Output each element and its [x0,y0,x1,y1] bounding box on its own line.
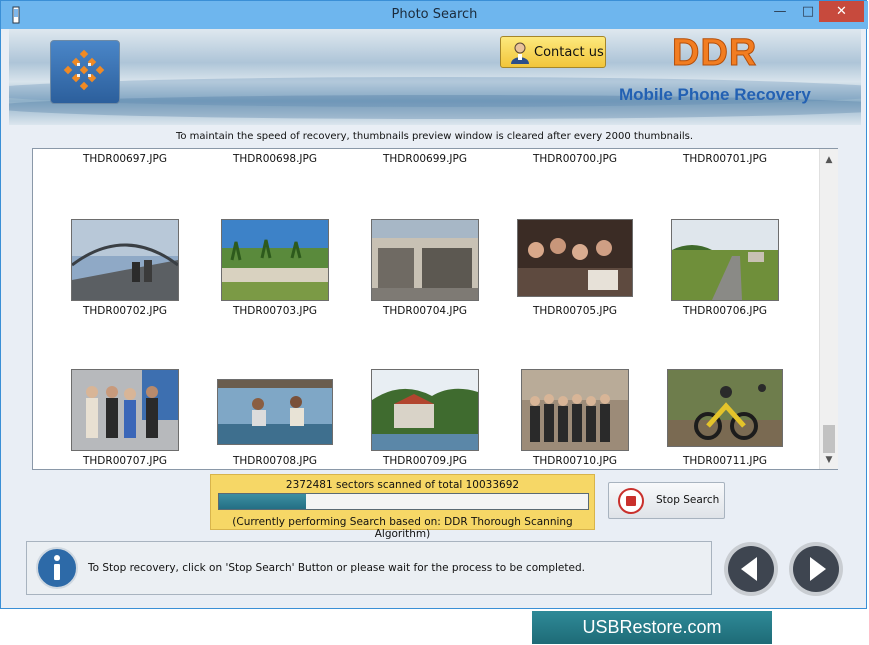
scan-algorithm-text: (Currently performing Search based on: D… [232,516,573,540]
person-icon [511,42,529,64]
brand-url: USBRestore.com [582,617,722,637]
close-button[interactable]: ✕ [819,1,864,22]
scan-progress-bar [218,493,589,510]
thumbnail-item[interactable]: THDR00697.JPG [50,149,200,165]
contact-us-button[interactable]: Contact us [500,36,606,68]
thumbnail-item[interactable]: THDR00707.JPG [50,309,200,467]
thumbnail-item[interactable]: THDR00709.JPG [350,309,500,467]
photo-thumbnail [371,219,479,301]
stop-search-label: Stop Search [656,494,720,506]
sectors-scanned-text: 2372481 sectors scanned of total 1003369… [285,479,520,491]
scan-progress-panel: 2372481 sectors scanned of total 1003369… [210,474,595,540]
window-title: Photo Search [391,7,478,22]
thumbnail-item[interactable]: THDR00705.JPG [500,159,650,317]
stop-search-button[interactable]: Stop Search [608,482,725,519]
photo-thumbnail [371,369,479,451]
app-logo [50,40,120,104]
diamond-grid-icon [63,49,105,91]
product-name: Mobile Phone Recovery [619,85,811,104]
back-arrow-icon[interactable] [723,541,779,597]
scroll-thumb[interactable] [823,425,835,453]
thumbnail-item[interactable]: THDR00704.JPG [350,159,500,317]
photo-thumbnail [517,219,633,297]
thumbnail-name: THDR00708.JPG [233,455,317,467]
thumbnail-item[interactable]: THDR00708.JPG [200,309,350,467]
info-icon [36,547,78,589]
thumbnail-item[interactable]: THDR00710.JPG [500,309,650,467]
thumbnail-item[interactable]: THDR00698.JPG [200,149,350,165]
scroll-up-arrow-icon[interactable]: ▲ [820,153,838,167]
photo-thumbnail [521,369,629,451]
photo-thumbnail [71,369,179,451]
brand-footer: USBRestore.com [532,611,772,644]
thumbnail-name: THDR00710.JPG [533,455,617,467]
photo-thumbnail [71,219,179,301]
thumbnail-item[interactable]: THDR00701.JPG [650,149,800,165]
thumbnail-item[interactable]: THDR00699.JPG [350,149,500,165]
next-arrow-icon[interactable] [788,541,844,597]
scan-progress-fill [219,494,306,509]
thumbnail-item[interactable]: THDR00702.JPG [50,159,200,317]
thumbnail-item[interactable]: THDR00700.JPG [500,149,650,165]
info-message: To Stop recovery, click on 'Stop Search'… [88,562,585,574]
photo-thumbnail [221,219,329,301]
thumbnail-preview-panel[interactable]: THDR00697.JPG THDR00698.JPG THDR00699.JP… [32,148,838,470]
minimize-button[interactable]: — [767,1,793,22]
thumbnail-name: THDR00707.JPG [83,455,167,467]
thumbnail-item[interactable]: THDR00703.JPG [200,159,350,317]
scroll-down-arrow-icon[interactable]: ▼ [820,453,838,467]
thumbnail-notice: To maintain the speed of recovery, thumb… [175,131,694,142]
thumbnail-name: THDR00711.JPG [683,455,767,467]
thumbnail-item[interactable]: THDR00711.JPG [650,309,800,467]
thumbnail-name: THDR00709.JPG [383,455,467,467]
title-bar: Photo Search — □ ✕ [1,1,868,29]
info-panel: To Stop recovery, click on 'Stop Search'… [26,541,712,595]
maximize-button[interactable]: □ [795,1,821,22]
contact-us-label: Contact us [534,45,604,60]
thumbnail-scrollbar[interactable]: ▲ ▼ [819,149,838,469]
stop-icon [618,488,644,514]
ddr-logo: DDR [671,32,758,75]
photo-thumbnail [667,369,783,447]
app-window: Photo Search — □ ✕ Contact us DDR Mobile… [0,0,868,609]
photo-thumbnail [671,219,779,301]
header-banner: Contact us DDR Mobile Phone Recovery [9,29,861,125]
photo-thumbnail [217,379,333,445]
thumbnail-item[interactable]: THDR00706.JPG [650,159,800,317]
